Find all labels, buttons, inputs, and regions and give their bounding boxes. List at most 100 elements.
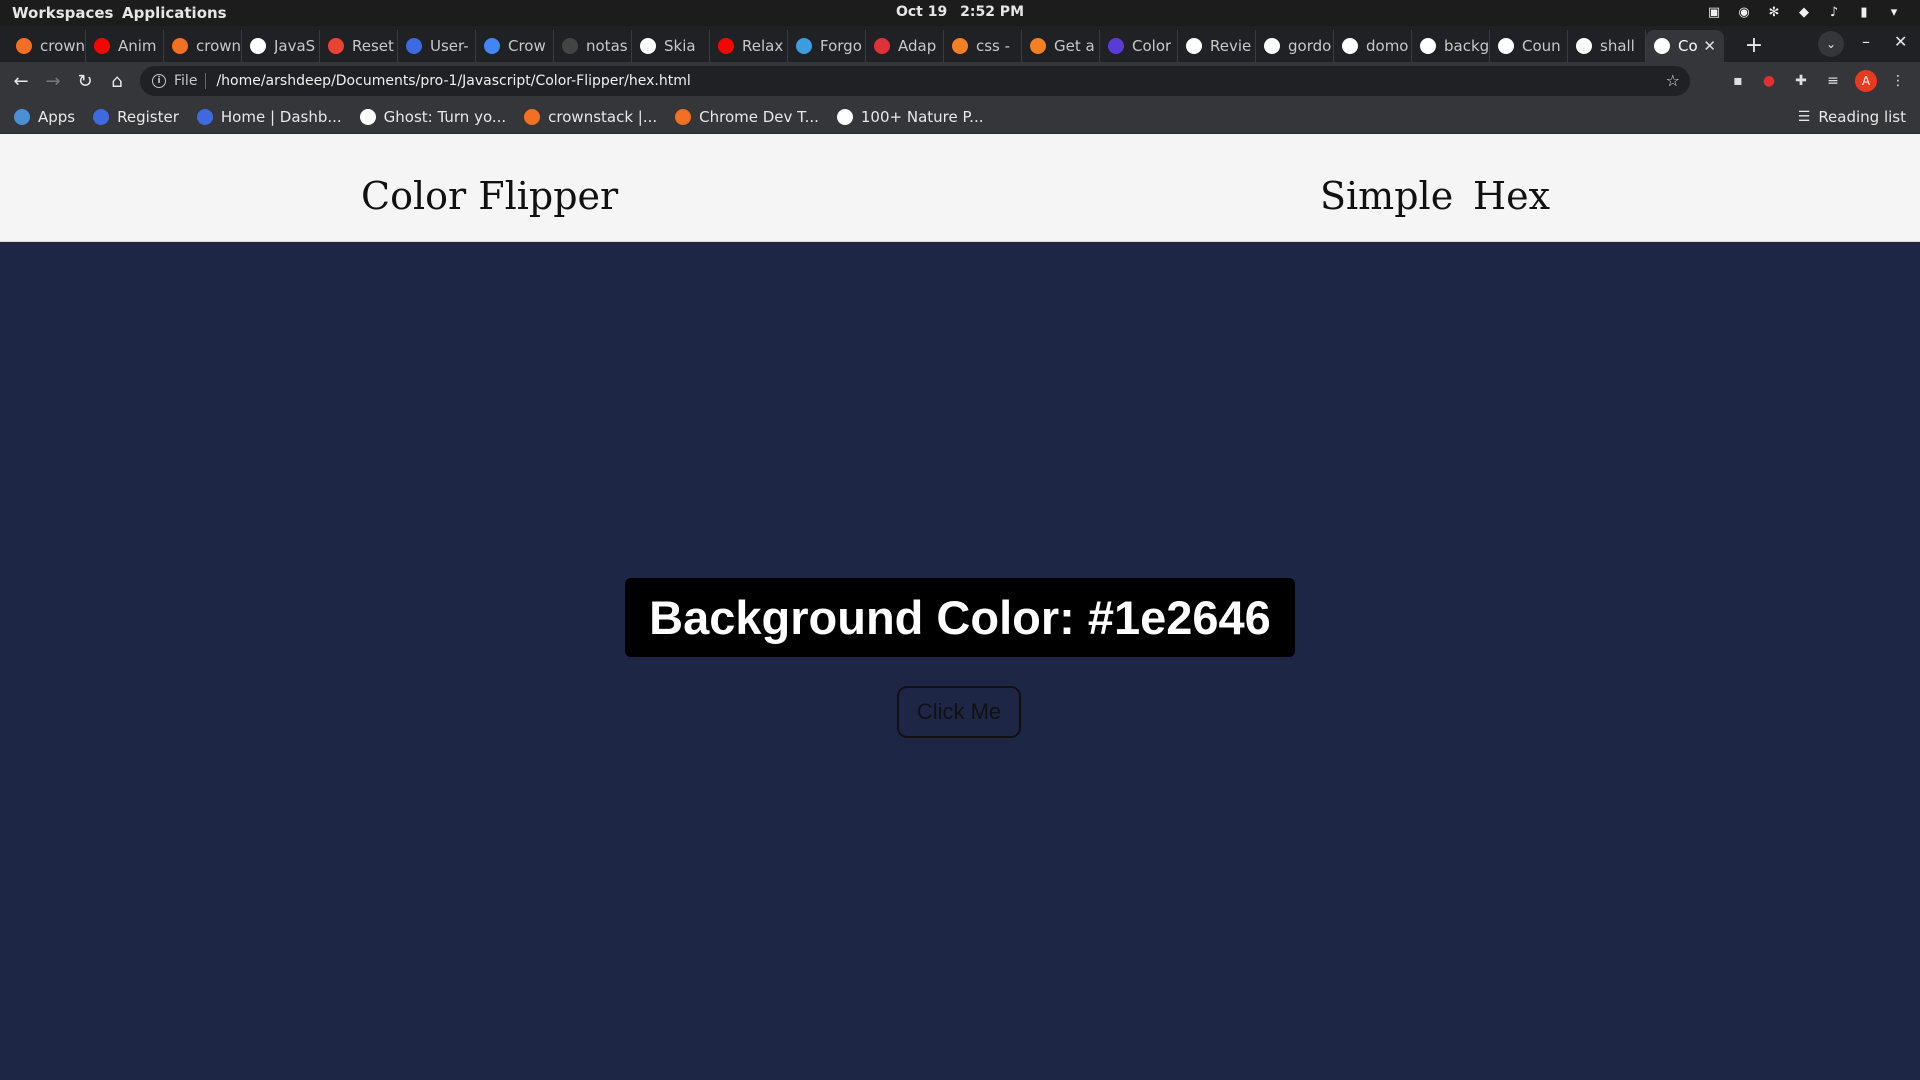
tab-label: crown [196, 37, 241, 55]
browser-tab[interactable]: Coun [1490, 30, 1568, 62]
browser-tab[interactable]: Adap [866, 30, 944, 62]
bookmark-label: Register [117, 107, 179, 126]
tab-label: Relax [742, 37, 784, 55]
calendar-icon [484, 38, 500, 54]
browser-tab[interactable]: Relax [710, 30, 788, 62]
bookmark-item[interactable]: crownstack |... [524, 108, 657, 126]
tab-label: Adap [898, 37, 937, 55]
browser-tab[interactable]: crown [164, 30, 242, 62]
tab-label: crown [40, 37, 85, 55]
bookmark-item[interactable]: 100+ Nature P... [836, 108, 984, 126]
menu-kebab-icon[interactable]: ⋮ [1888, 71, 1908, 91]
address-bar[interactable]: i File /home/arshdeep/Documents/pro-1/Ja… [140, 66, 1690, 96]
tab-label: css - [976, 37, 1011, 55]
tab-label: gordo [1288, 37, 1332, 55]
unsplash-icon [836, 108, 853, 125]
ghost-icon [359, 108, 376, 125]
battery-icon[interactable]: ▮ [1856, 4, 1872, 20]
k-icon [196, 108, 213, 125]
chevron-down-icon[interactable]: ▾ [1886, 4, 1902, 20]
browser-tab[interactable]: Anim [86, 30, 164, 62]
back-button[interactable]: ← [8, 68, 34, 94]
browser-tab[interactable]: Color [1100, 30, 1178, 62]
clock[interactable]: Oct 19 2:52 PM [0, 4, 1920, 20]
click-me-button[interactable]: Click Me [897, 686, 1021, 738]
media-control-icon[interactable]: ≡ [1823, 71, 1843, 91]
browser-tab[interactable]: domo [1334, 30, 1412, 62]
slack-icon[interactable]: ✻ [1766, 4, 1782, 20]
tab-label: notas [586, 37, 628, 55]
main-container: Background Color: #1e2646 Click Me [0, 242, 1920, 1080]
info-icon[interactable]: i [152, 74, 166, 88]
reload-button[interactable]: ↻ [72, 68, 98, 94]
new-tab-button[interactable]: + [1740, 31, 1768, 59]
gmail-icon [328, 38, 344, 54]
browser-tab[interactable]: Revie [1178, 30, 1256, 62]
browser-tab[interactable]: gordo [1256, 30, 1334, 62]
c-icon [1108, 38, 1124, 54]
clock-time: 2:52 PM [960, 4, 1024, 20]
tab-active[interactable]: Co ✕ [1646, 30, 1724, 62]
extension-square-icon[interactable]: ▪ [1728, 71, 1748, 91]
tab-label: JavaS [274, 37, 316, 55]
bookmark-item[interactable]: Ghost: Turn yo... [359, 107, 507, 126]
crownstack-icon [172, 38, 188, 54]
bookmark-item[interactable]: Register [93, 108, 179, 126]
extensions-puzzle-icon[interactable]: ✚ [1791, 71, 1811, 91]
browser-tab[interactable]: User- [398, 30, 476, 62]
site-navbar: Color Flipper Simple Hex [0, 134, 1920, 242]
stackoverflow-icon [952, 38, 968, 54]
tab-label: Forgo [820, 37, 862, 55]
reading-list-label: Reading list [1818, 108, 1906, 126]
browser-tab[interactable]: notas [554, 30, 632, 62]
discord-icon[interactable]: ◉ [1736, 4, 1752, 20]
globe-icon [640, 38, 656, 54]
browser-tab[interactable]: Get a [1022, 30, 1100, 62]
nav-link-hex[interactable]: Hex [1473, 174, 1550, 218]
system-tray: ▣ ◉ ✻ ◆ ♪ ▮ ▾ [1706, 4, 1902, 20]
apps-grid-icon [14, 108, 30, 125]
close-tab-icon[interactable]: ✕ [1703, 37, 1716, 55]
browser-tab[interactable]: backg [1412, 30, 1490, 62]
site-brand: Color Flipper [361, 174, 619, 218]
profile-avatar[interactable]: A [1855, 70, 1877, 92]
minimize-icon[interactable]: – [1862, 32, 1870, 51]
browser-tab[interactable]: Forgo [788, 30, 866, 62]
forward-button[interactable]: → [40, 68, 66, 94]
wifi-icon[interactable]: ◆ [1796, 4, 1812, 20]
bookmark-star-icon[interactable]: ☆ [1666, 71, 1680, 90]
youtube-icon [718, 38, 734, 54]
url-text[interactable]: /home/arshdeep/Documents/pro-1/Javascrip… [216, 73, 690, 89]
clock-date: Oct 19 [895, 4, 948, 20]
nav-link-simple[interactable]: Simple [1320, 174, 1453, 218]
tab-label: Get a [1054, 37, 1095, 55]
google-icon [1342, 38, 1358, 54]
google-icon [1264, 38, 1280, 54]
extension-red-icon[interactable]: ● [1759, 71, 1779, 91]
tab-label: User- [430, 37, 469, 55]
home-button[interactable]: ⌂ [104, 68, 130, 94]
browser-tab[interactable]: css - [944, 30, 1022, 62]
bookmark-label: Home | Dashb... [220, 107, 342, 126]
bookmark-item[interactable]: Apps [14, 108, 75, 126]
close-window-icon[interactable]: ✕ [1894, 32, 1907, 51]
browser-tab[interactable]: Reset [320, 30, 398, 62]
browser-tab[interactable]: Crow [476, 30, 554, 62]
browser-tab[interactable]: shall [1568, 30, 1646, 62]
k-icon [796, 38, 812, 54]
tab-list: crown Anim crown JavaS Reset User- Crow notas Sk… [8, 30, 1724, 62]
tab-label: Revie [1210, 37, 1252, 55]
browser-tab[interactable]: Skia [632, 30, 710, 62]
tab-label: Anim [118, 37, 157, 55]
screen-share-icon[interactable]: ▣ [1706, 4, 1722, 20]
volume-icon[interactable]: ♪ [1826, 4, 1842, 20]
bookmark-item[interactable]: Chrome Dev T... [675, 108, 819, 126]
bookmark-item[interactable]: Home | Dashb... [196, 107, 342, 126]
tab-search-button[interactable]: ⌄ [1818, 31, 1844, 57]
bookmark-list: Apps Register Home | Dashb... Ghost: Turn y… [14, 108, 1002, 126]
bookmark-label: Ghost: Turn yo... [383, 107, 507, 126]
browser-tab[interactable]: JavaS [242, 30, 320, 62]
browser-tab[interactable]: crown [8, 30, 86, 62]
reading-list-button[interactable]: ☰ Reading list [1798, 108, 1906, 126]
browser-toolbar: ← → ↻ ⌂ i File /home/arshdeep/Documents/… [0, 62, 1920, 100]
